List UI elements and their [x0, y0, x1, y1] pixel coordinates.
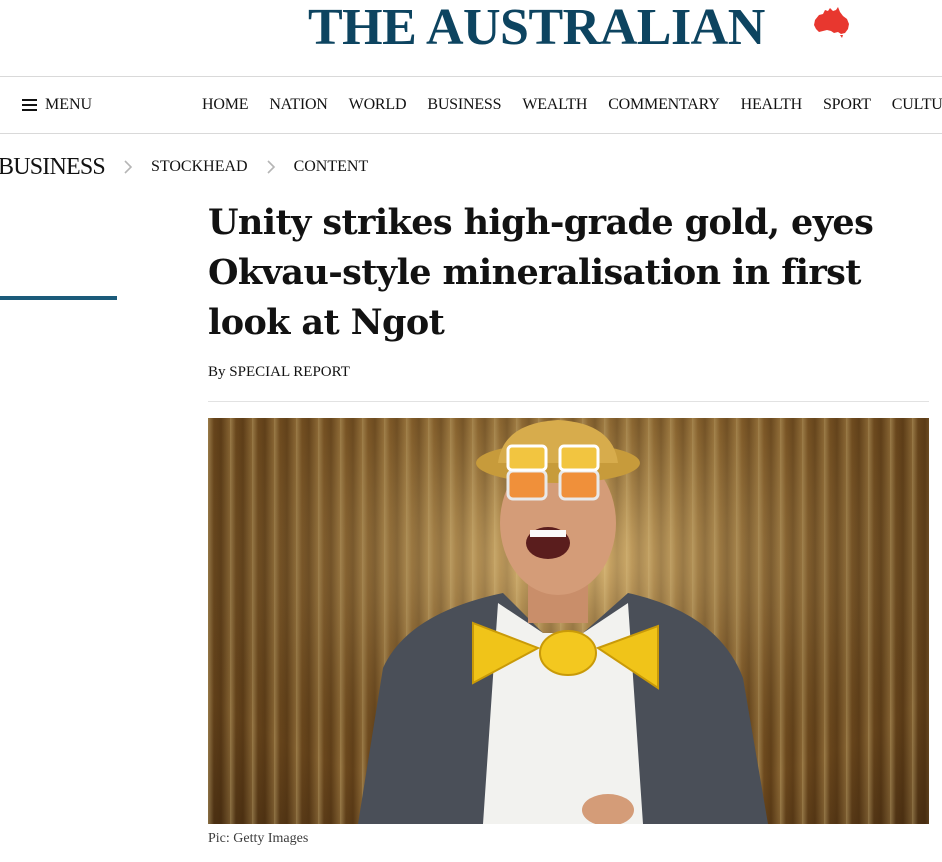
breadcrumb-stockhead[interactable]: STOCKHEAD	[151, 158, 248, 176]
section-accent-bar	[0, 296, 117, 300]
byline-author[interactable]: SPECIAL REPORT	[229, 364, 350, 380]
chevron-right-icon	[124, 160, 133, 174]
nav-link-wealth[interactable]: WEALTH	[522, 96, 587, 114]
hero-photo-illustration	[208, 418, 929, 824]
site-logo[interactable]: THE AUSTRALIAN	[308, 0, 765, 58]
main-nav: MENU HOME NATION WORLD BUSINESS WEALTH C…	[0, 77, 942, 134]
chevron-right-icon	[267, 160, 275, 174]
menu-button[interactable]: MENU	[22, 77, 92, 133]
image-caption: Pic: Getty Images	[208, 831, 309, 846]
hamburger-icon	[22, 99, 37, 111]
nav-link-commentary[interactable]: COMMENTARY	[608, 96, 720, 114]
nav-link-culture[interactable]: CULTURE	[892, 96, 942, 114]
nav-links: HOME NATION WORLD BUSINESS WEALTH COMMEN…	[202, 77, 942, 133]
breadcrumb-section[interactable]: BUSINESS	[0, 154, 106, 181]
breadcrumb-content[interactable]: CONTENT	[294, 158, 369, 176]
breadcrumb: BUSINESS STOCKHEAD CONTENT	[0, 152, 368, 182]
logo-text: THE AUSTRALIAN	[308, 0, 765, 56]
article-headline: Unity strikes high-grade gold, eyes Okva…	[208, 202, 874, 343]
australia-map-icon	[814, 7, 849, 38]
nav-link-business[interactable]: BUSINESS	[427, 96, 501, 114]
byline-prefix: By	[208, 364, 226, 380]
masthead: THE AUSTRALIAN	[0, 0, 942, 77]
nav-link-sport[interactable]: SPORT	[823, 96, 871, 114]
menu-label: MENU	[45, 96, 93, 113]
nav-link-health[interactable]: HEALTH	[741, 96, 803, 114]
nav-link-home[interactable]: HOME	[202, 96, 249, 114]
nav-link-world[interactable]: WORLD	[349, 96, 407, 114]
byline: By SPECIAL REPORT	[208, 364, 350, 381]
nav-link-nation[interactable]: NATION	[269, 96, 328, 114]
divider	[208, 401, 929, 402]
article-hero-image[interactable]	[208, 418, 929, 824]
